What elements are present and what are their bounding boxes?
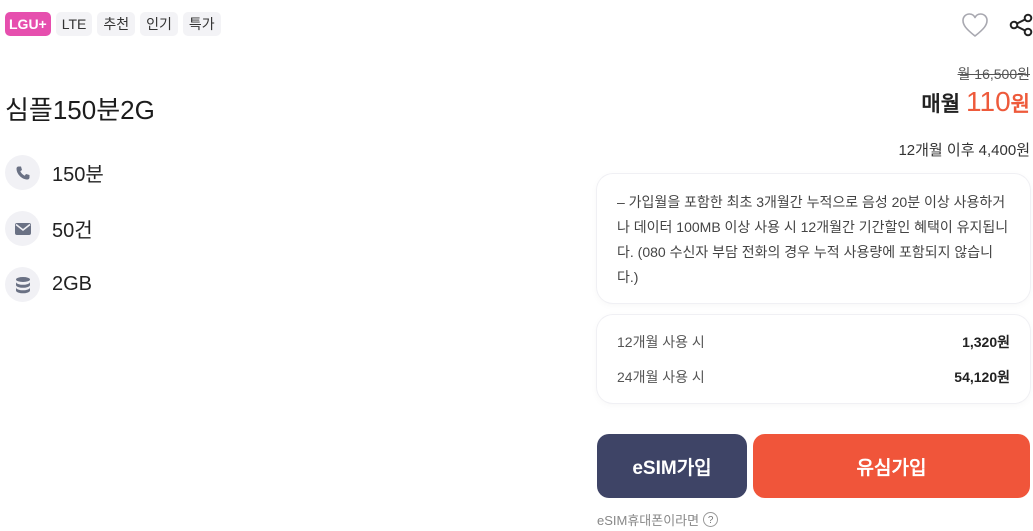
tag-recommended: 추천 [97,12,136,36]
share-icon[interactable] [1009,13,1033,37]
tag-carrier: LGU+ [5,12,51,36]
heart-icon[interactable] [961,12,989,38]
monthly-amount: 110 [966,86,1011,117]
total-label: 24개월 사용 시 [617,369,705,385]
feature-voice: 150분 [5,155,104,190]
original-price: 월 16,500원 [957,66,1030,82]
tag-popular: 인기 [140,12,178,36]
monthly-unit: 원 [1010,93,1030,116]
discount-notice-card: – 가입월을 포함한 최초 3개월간 누적으로 음성 20분 이상 사용하거나 … [597,174,1030,303]
total-row-24-months: 24개월 사용 시 54,120원 [617,364,1010,399]
after-discount-price: 12개월 이후 4,400원 [898,142,1030,159]
voice-value: 150분 [52,164,104,186]
discount-notice-text: – 가입월을 포함한 최초 3개월간 누적으로 음성 20분 이상 사용하거나 … [617,194,1009,285]
total-row-12-months: 12개월 사용 시 1,320원 [617,329,1010,364]
feature-message: 50건 [5,211,93,246]
feature-data: 2GB [5,267,92,302]
total-label: 12개월 사용 시 [617,334,705,350]
total-amount: 1,320원 [962,334,1010,350]
help-icon[interactable]: ? [703,512,719,527]
plan-tags: LGU+ LTE 추천 인기 특가 [5,12,221,36]
esim-help-text: eSIM휴대폰이라면 [597,513,700,528]
message-icon [5,211,40,246]
tag-network: LTE [55,12,93,36]
monthly-price: 매월 110 원 [921,86,1030,118]
monthly-label: 매월 [921,93,961,116]
esim-signup-button[interactable]: eSIM가입 [597,434,747,498]
message-value: 50건 [52,220,93,242]
usim-signup-button[interactable]: 유심가입 [753,434,1030,498]
esim-help: eSIM휴대폰이라면 ? [597,510,719,529]
plan-title: 심플150분2G [5,95,155,125]
data-icon [5,267,40,302]
data-value: 2GB [52,273,93,295]
tag-special: 특가 [182,12,221,36]
total-cost-card: 12개월 사용 시 1,320원 24개월 사용 시 54,120원 [597,315,1030,403]
phone-icon [5,155,40,190]
total-amount: 54,120원 [954,369,1010,385]
